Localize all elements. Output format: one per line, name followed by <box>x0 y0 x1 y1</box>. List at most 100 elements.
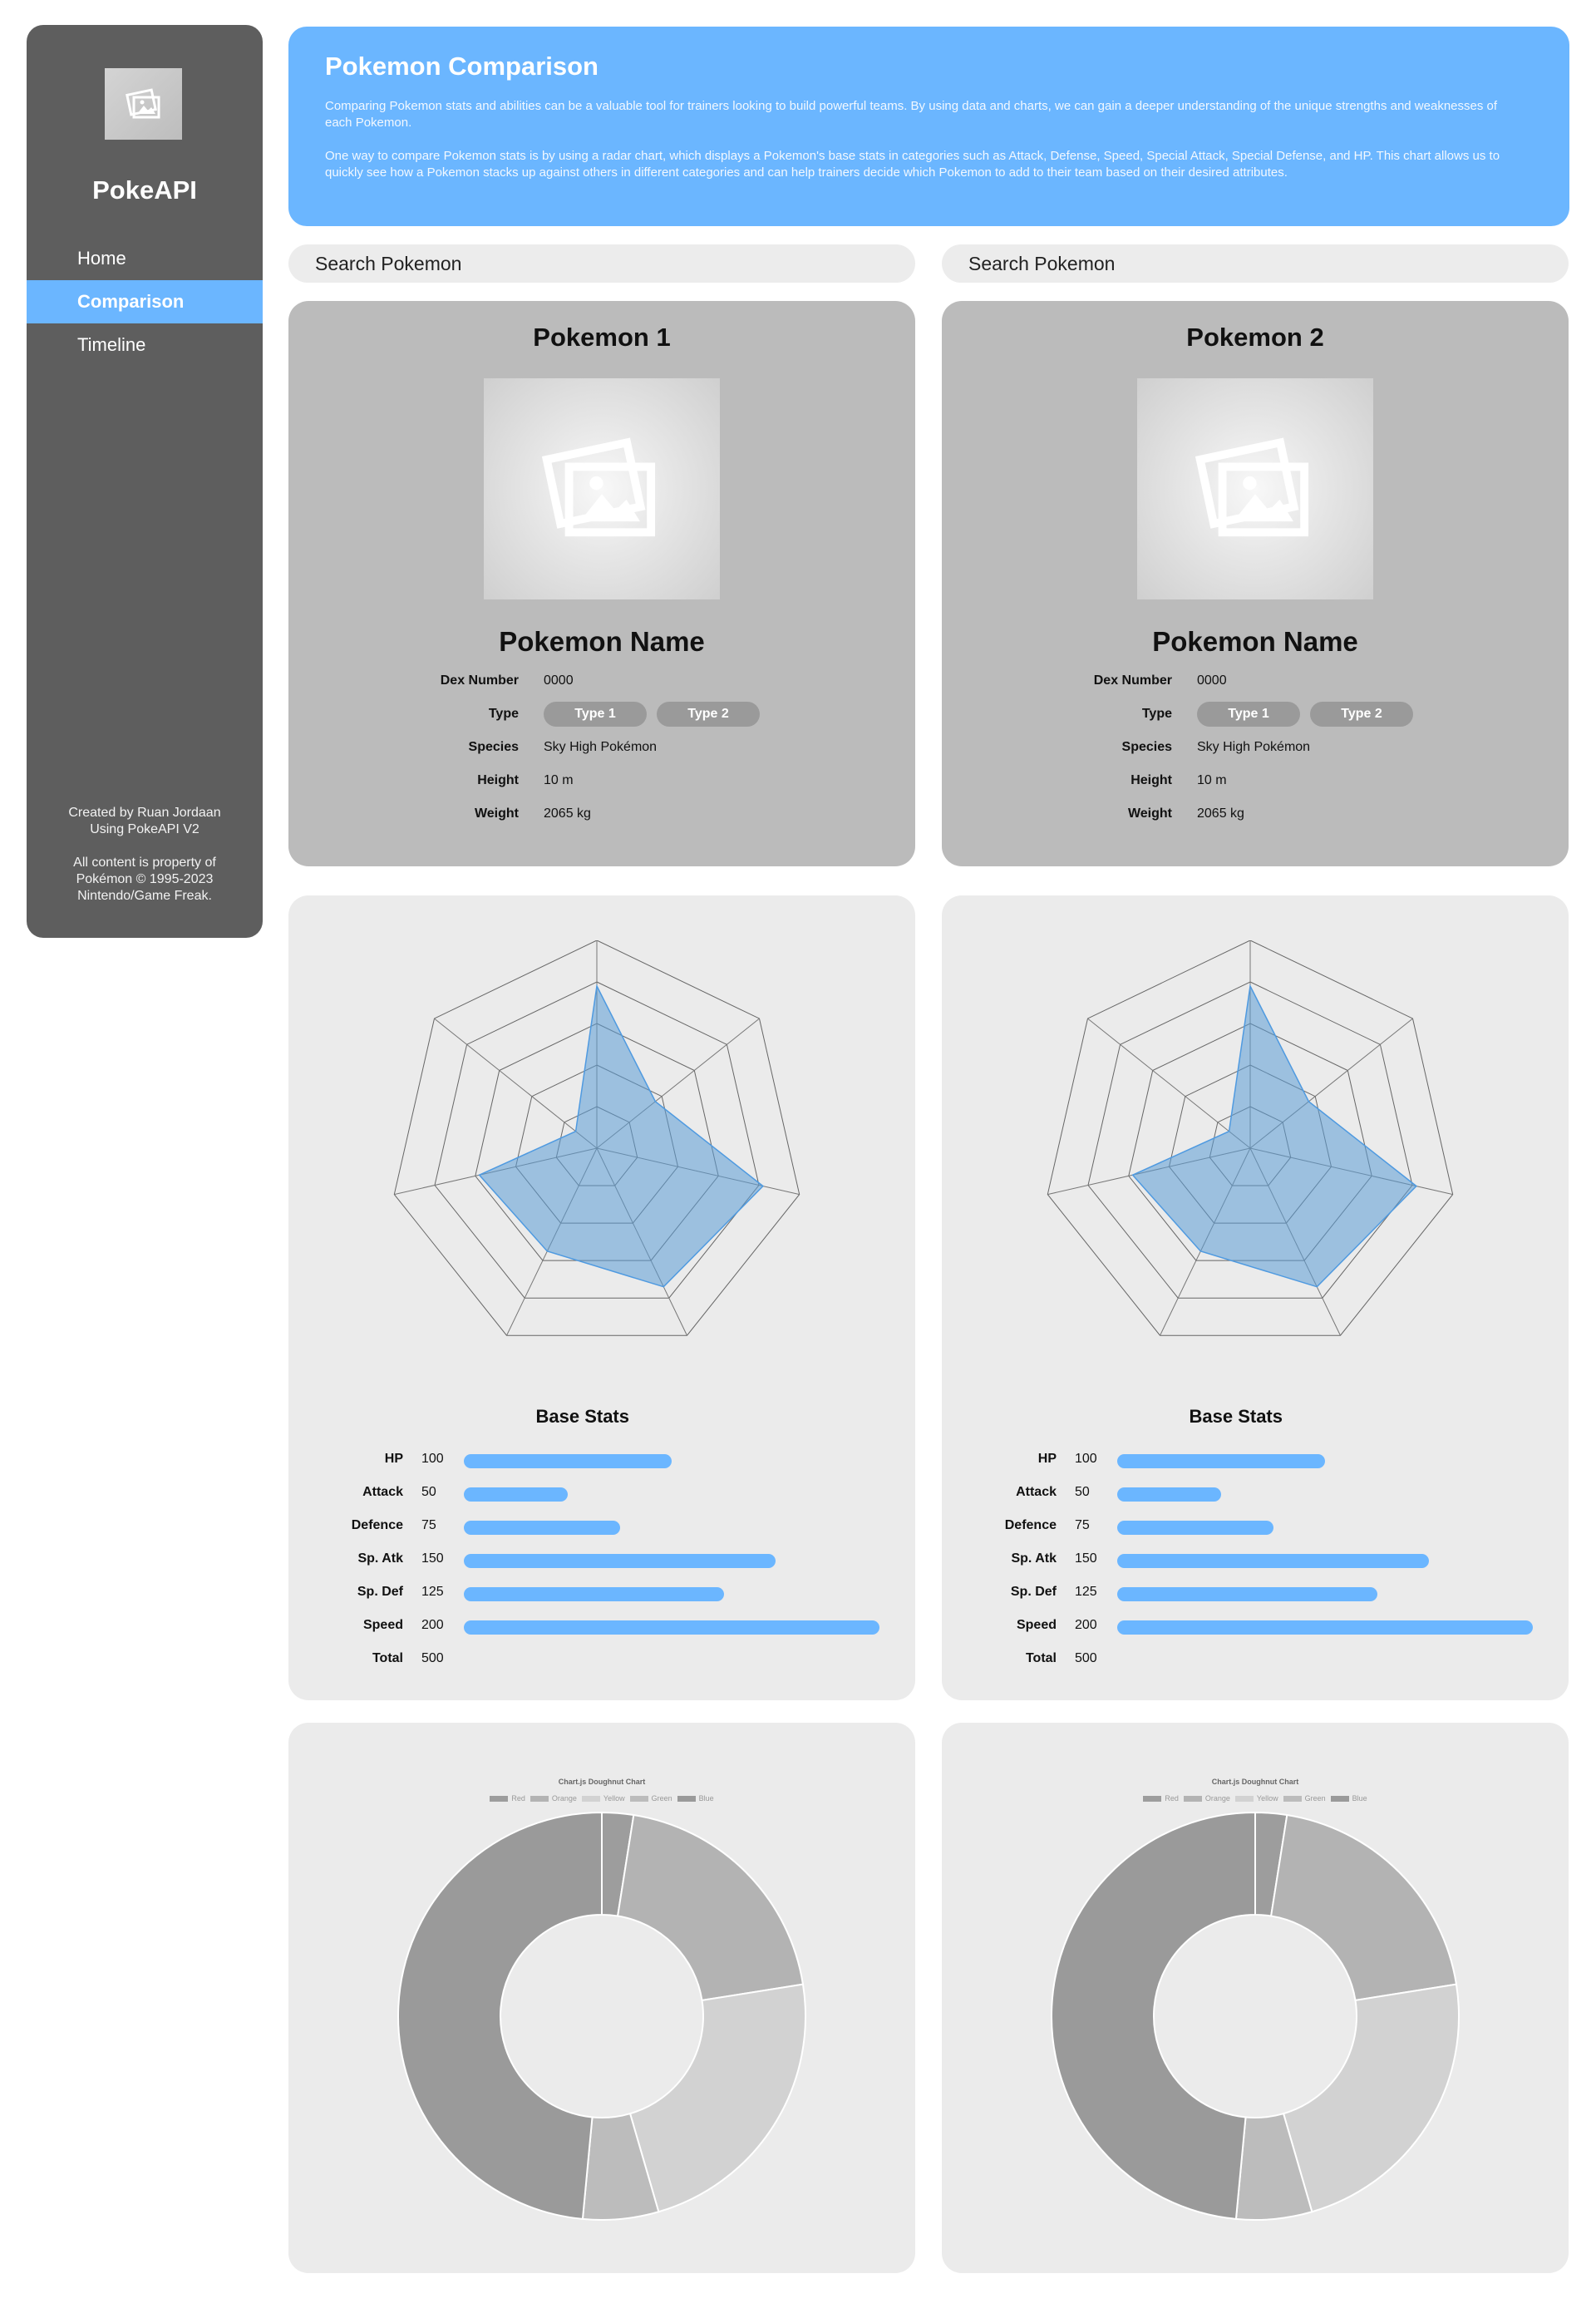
stats-card: Base Stats HP 100 Attack 50 Defence 75 S… <box>942 895 1569 1700</box>
attr-label: Weight <box>474 806 519 821</box>
card-title: Pokemon 1 <box>533 323 671 352</box>
legend-swatch <box>1234 1795 1254 1802</box>
doughnut-slice[interactable] <box>1282 1983 1460 2213</box>
stat-label: Speed <box>362 1618 403 1632</box>
sidebar-nav: Home Comparison Timeline <box>27 237 263 367</box>
doughnut-slice[interactable] <box>397 1811 603 2221</box>
legend-swatch <box>1143 1795 1162 1802</box>
stat-bar <box>1117 1554 1429 1568</box>
doughnut-chart <box>397 1811 806 2222</box>
chart-legend: Red Orange Yellow Green Blue <box>942 1794 1569 1803</box>
attr-row-type: Type Type 1 Type 2 <box>942 702 1569 730</box>
legend-item[interactable]: Blue <box>677 1794 714 1803</box>
legend-item[interactable]: Blue <box>1330 1794 1367 1803</box>
species: Sky High Pokémon <box>1197 740 1311 754</box>
stat-bar <box>464 1487 568 1502</box>
doughnut-slice[interactable] <box>628 1983 806 2213</box>
stat-value: 50 <box>421 1485 436 1499</box>
radar-axis <box>434 1018 598 1149</box>
stat-row: Speed 200 <box>288 1618 915 1638</box>
legend-swatch <box>1183 1795 1202 1802</box>
radar-series <box>478 984 765 1288</box>
attr-label: Species <box>468 740 519 754</box>
legend-item[interactable]: Orange <box>1183 1794 1230 1803</box>
stat-row: Sp. Def 125 <box>288 1585 915 1605</box>
stat-label: Attack <box>1016 1485 1057 1499</box>
attr-label: Weight <box>1127 806 1172 821</box>
search-input[interactable] <box>288 244 915 283</box>
nav-item-home[interactable]: Home <box>27 237 263 280</box>
stat-value: 200 <box>421 1618 444 1632</box>
attr-row-species: Species Sky High Pokémon <box>288 740 915 763</box>
doughnut-slice[interactable] <box>1050 1811 1256 2221</box>
attr-row-dex: Dex Number 0000 <box>288 673 915 697</box>
stat-row-total: Total 500 <box>942 1651 1569 1671</box>
legend-item[interactable]: Red <box>490 1794 525 1803</box>
attr-row-height: Height 10 m <box>288 773 915 797</box>
stat-label: Defence <box>351 1518 403 1532</box>
legend-item[interactable]: Yellow <box>1234 1794 1278 1803</box>
stat-label: Total <box>1025 1651 1057 1665</box>
base-stats-title: Base Stats <box>1189 1406 1283 1427</box>
stat-bar <box>464 1554 776 1568</box>
stat-row: Speed 200 <box>942 1618 1569 1638</box>
stat-bar <box>464 1620 879 1635</box>
pokemon-info-card: Pokemon 1 Pokemon Name Dex Number 0000 T… <box>288 301 915 866</box>
stat-label: Total <box>372 1651 403 1665</box>
doughnut-card: Chart.js Doughnut Chart Red Orange Yellow G… <box>288 1723 915 2273</box>
search-input[interactable] <box>942 244 1569 283</box>
stat-total: 500 <box>421 1651 444 1665</box>
stat-row: Defence 75 <box>288 1518 915 1538</box>
legend-item[interactable]: Green <box>629 1794 672 1803</box>
stat-label: Sp. Atk <box>1011 1551 1057 1566</box>
doughnut-chart <box>1050 1811 1460 2222</box>
legend-item[interactable]: Green <box>1283 1794 1326 1803</box>
stat-value: 75 <box>1075 1518 1090 1532</box>
doughnut-slice[interactable] <box>616 1813 805 2002</box>
legend-label: Orange <box>1204 1794 1230 1803</box>
stat-label: Sp. Atk <box>357 1551 403 1566</box>
base-stats-title: Base Stats <box>535 1406 629 1427</box>
stat-total: 500 <box>1075 1651 1097 1665</box>
stat-label: HP <box>384 1452 403 1466</box>
footer-line: Pokémon © 1995-2023 <box>76 872 214 886</box>
height: 10 m <box>544 773 574 787</box>
legend-swatch <box>581 1795 600 1802</box>
stat-value: 125 <box>421 1585 444 1599</box>
intro-banner: Pokemon Comparison Comparing Pokemon sta… <box>288 27 1569 226</box>
logo-placeholder <box>105 68 182 140</box>
attr-row-type: Type Type 1 Type 2 <box>288 702 915 730</box>
nav-item-timeline[interactable]: Timeline <box>27 323 263 367</box>
stat-value: 150 <box>421 1551 444 1566</box>
stat-row: HP 100 <box>288 1452 915 1472</box>
card-title: Pokemon 2 <box>1186 323 1324 352</box>
weight: 2065 kg <box>1197 806 1244 821</box>
legend-item[interactable]: Orange <box>530 1794 577 1803</box>
stat-row: Sp. Atk 150 <box>288 1551 915 1571</box>
legend-item[interactable]: Yellow <box>581 1794 625 1803</box>
intro-paragraph: Comparing Pokemon stats and abilities ca… <box>325 99 1498 130</box>
dex-number: 0000 <box>1197 673 1227 688</box>
brand-title: PokeAPI <box>92 175 197 205</box>
pokemon-image <box>484 378 720 599</box>
stat-bar <box>464 1454 672 1468</box>
stat-row: Attack 50 <box>942 1485 1569 1505</box>
radar-chart <box>1047 940 1454 1336</box>
pokemon-name: Pokemon Name <box>499 626 705 657</box>
stat-bar <box>1117 1620 1533 1635</box>
type-badge: Type 2 <box>657 702 760 727</box>
type-badge: Type 1 <box>1197 702 1300 727</box>
weight: 2065 kg <box>544 806 591 821</box>
nav-item-comparison[interactable]: Comparison <box>27 280 263 323</box>
legend-label: Blue <box>698 1794 714 1803</box>
attr-label: Dex Number <box>440 673 519 688</box>
stat-value: 150 <box>1075 1551 1097 1566</box>
legend-label: Green <box>1304 1794 1326 1803</box>
legend-item[interactable]: Red <box>1143 1794 1179 1803</box>
attr-row-dex: Dex Number 0000 <box>942 673 1569 697</box>
legend-swatch <box>1330 1795 1349 1802</box>
chart-legend: Red Orange Yellow Green Blue <box>288 1794 915 1803</box>
stat-value: 125 <box>1075 1585 1097 1599</box>
legend-label: Yellow <box>1256 1794 1278 1803</box>
doughnut-slice[interactable] <box>1269 1813 1458 2002</box>
